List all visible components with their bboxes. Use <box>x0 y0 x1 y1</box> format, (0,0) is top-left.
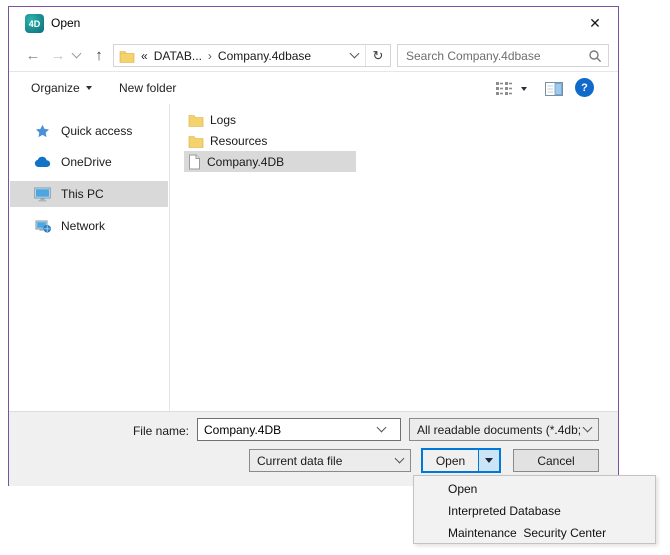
folder-icon <box>188 113 204 127</box>
open-split-button[interactable]: Open <box>421 448 501 473</box>
open-button[interactable]: Open <box>423 450 478 471</box>
sidebar-item-network[interactable]: Network <box>10 213 168 239</box>
breadcrumb-current[interactable]: Company.4dbase <box>218 49 311 63</box>
cancel-button[interactable]: Cancel <box>513 449 599 472</box>
new-folder-label: New folder <box>119 81 176 95</box>
file-name-label: Logs <box>210 113 236 127</box>
search-input[interactable] <box>398 45 584 66</box>
chevron-down-icon <box>583 423 593 433</box>
folder-icon <box>188 134 204 148</box>
sidebar-item-quick-access[interactable]: Quick access <box>10 118 168 144</box>
file-row-logs[interactable]: Logs <box>184 109 356 130</box>
file-type-select[interactable]: All readable documents (*.4db; <box>409 418 599 441</box>
refresh-icon[interactable]: ↻ <box>366 45 390 66</box>
details-view-icon[interactable] <box>495 81 513 96</box>
up-button[interactable]: ↑ <box>87 43 111 67</box>
document-icon <box>188 154 201 170</box>
window-title: Open <box>51 16 80 30</box>
open-options-menu: Open Interpreted Database Maintenance Se… <box>413 475 656 544</box>
recent-locations-chevron-icon[interactable] <box>69 47 83 63</box>
open-mode-value: Current data file <box>257 454 396 468</box>
monitor-icon <box>34 187 51 202</box>
file-name-input[interactable] <box>198 423 378 437</box>
help-button[interactable]: ? <box>575 78 594 97</box>
4d-app-icon: 4D <box>25 14 44 33</box>
breadcrumb-separator: › <box>208 49 212 63</box>
search-box[interactable] <box>397 44 609 67</box>
file-row-resources[interactable]: Resources <box>184 130 356 151</box>
file-name-field-label: File name: <box>89 424 189 438</box>
menu-item-maintenance-security-center[interactable]: Maintenance Security Center <box>414 522 655 544</box>
file-name-combobox[interactable] <box>197 418 401 441</box>
chevron-down-icon <box>86 86 92 90</box>
star-icon <box>34 124 51 139</box>
forward-button[interactable]: → <box>46 43 70 67</box>
file-type-value: All readable documents (*.4db; <box>417 423 584 437</box>
file-name-label: Company.4DB <box>207 155 284 169</box>
close-icon[interactable]: ✕ <box>580 11 610 35</box>
open-mode-select[interactable]: Current data file <box>249 449 411 472</box>
toolbar-divider <box>9 71 618 72</box>
sidebar-divider <box>169 104 170 411</box>
organize-label: Organize <box>31 81 80 95</box>
new-folder-button[interactable]: New folder <box>119 79 176 97</box>
sidebar-item-this-pc[interactable]: This PC <box>10 181 168 207</box>
menu-item-open[interactable]: Open <box>414 478 655 500</box>
organize-button[interactable]: Organize <box>31 79 92 97</box>
open-dropdown-arrow[interactable] <box>478 450 499 471</box>
sidebar-item-label: OneDrive <box>61 155 112 169</box>
breadcrumb-parent[interactable]: DATAB... <box>154 49 202 63</box>
open-dialog: 4D Open ✕ ← → ↑ « DATAB... › Company.4db… <box>8 6 619 486</box>
breadcrumb-overflow[interactable]: « <box>141 49 148 63</box>
sidebar-item-label: This PC <box>61 187 104 201</box>
chevron-down-icon <box>395 454 405 464</box>
preview-pane-icon[interactable] <box>545 82 563 96</box>
sidebar-item-label: Quick access <box>61 124 132 138</box>
folder-icon <box>119 49 135 63</box>
back-button[interactable]: ← <box>21 43 45 67</box>
network-icon <box>34 219 51 233</box>
menu-item-interpreted-database[interactable]: Interpreted Database <box>414 500 655 522</box>
sidebar-item-label: Network <box>61 219 105 233</box>
chevron-down-icon[interactable] <box>377 423 387 433</box>
cloud-icon <box>34 156 51 168</box>
address-dropdown-chevron-icon[interactable] <box>343 54 365 57</box>
file-row-company-4db[interactable]: Company.4DB <box>184 151 356 172</box>
sidebar-item-onedrive[interactable]: OneDrive <box>10 149 168 175</box>
view-options-chevron-icon[interactable] <box>521 87 527 91</box>
search-icon[interactable] <box>588 49 602 63</box>
address-bar[interactable]: « DATAB... › Company.4dbase ↻ <box>113 44 391 67</box>
file-name-label: Resources <box>210 134 267 148</box>
